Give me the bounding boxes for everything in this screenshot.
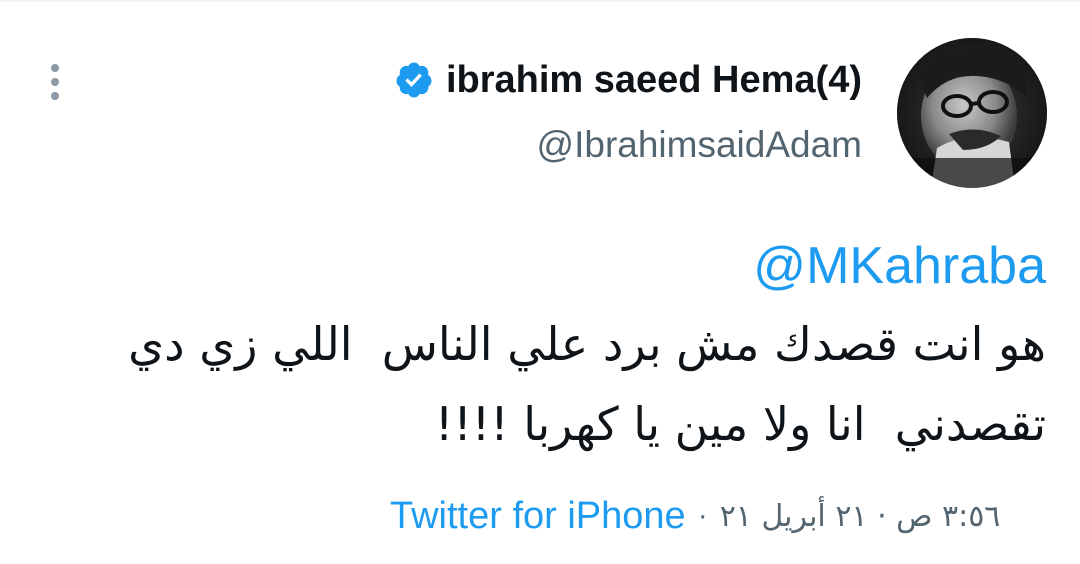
tweet-body-line: تقصدني انا ولا مين يا كهربا !!!! — [434, 397, 1046, 451]
profile-photo — [897, 38, 1047, 188]
avatar[interactable] — [897, 38, 1047, 188]
more-dot — [51, 92, 59, 100]
meta-separator: · — [697, 499, 708, 532]
more-dot — [51, 64, 59, 72]
tweet-meta: Twitter for iPhone · ٣:٥٦ ص · ٢١ أبريل ٢… — [390, 488, 1000, 544]
verified-badge-icon — [396, 62, 432, 98]
more-dot — [51, 78, 59, 86]
author-name-row: ibrahim saeed Hema(4) — [394, 54, 862, 106]
mention-line: @MKahraba — [36, 228, 1046, 304]
tweet-body-line: هو انت قصدك مش برد علي الناس اللي زي دي — [128, 317, 1046, 371]
tweet-timestamp[interactable]: ٣:٥٦ ص · ٢١ أبريل ٢١ — [720, 499, 1001, 534]
top-divider — [0, 0, 1080, 2]
author-display-name[interactable]: ibrahim saeed Hema(4) — [446, 59, 862, 102]
mention-link[interactable]: @MKahraba — [753, 237, 1046, 295]
author-handle[interactable]: @IbrahimsaidAdam — [537, 124, 862, 166]
more-options-icon[interactable] — [38, 60, 72, 104]
tweet-source-link[interactable]: Twitter for iPhone — [390, 495, 686, 538]
tweet-text: @MKahraba هو انت قصدك مش برد علي الناس ا… — [36, 228, 1046, 464]
